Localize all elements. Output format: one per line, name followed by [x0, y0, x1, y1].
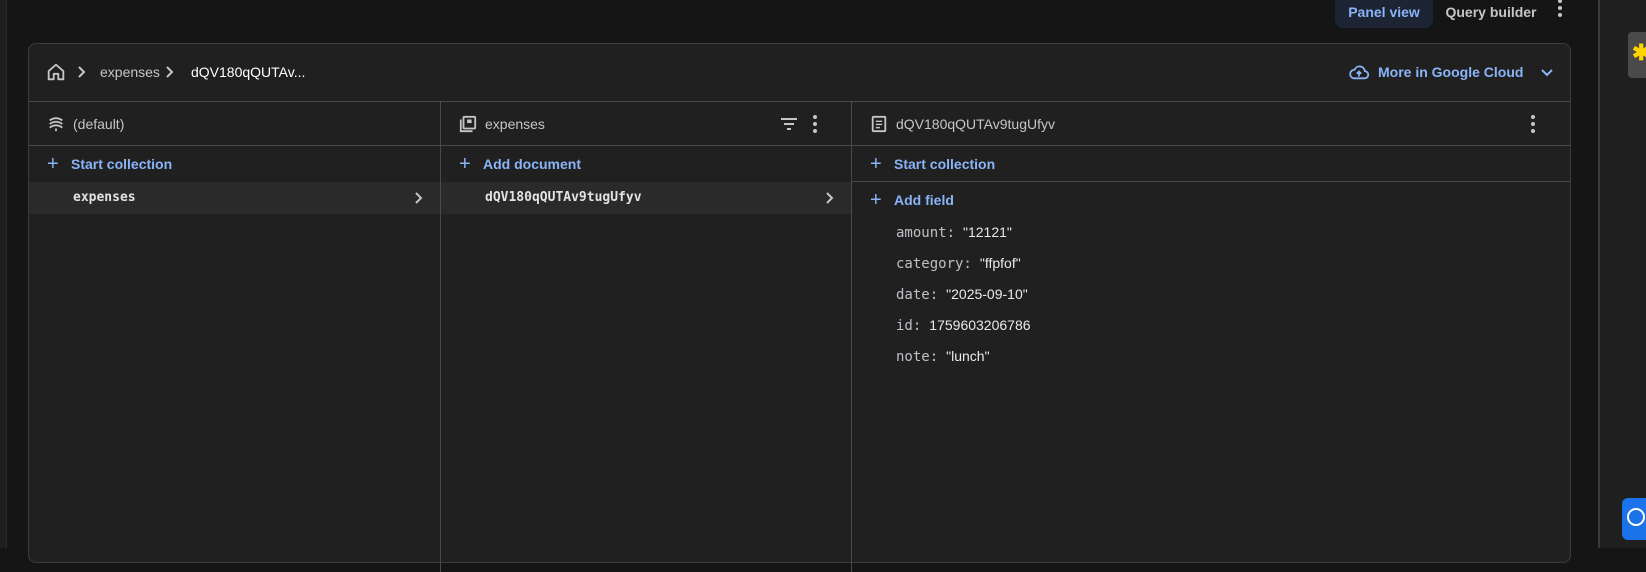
chevron-right-icon — [415, 192, 423, 204]
start-subcollection-button[interactable]: + Start collection — [852, 146, 1570, 182]
document-header: dQV180qQUTAv9tugUfyv — [852, 102, 1570, 146]
field-row[interactable]: id: 1759603206786 — [896, 317, 1031, 348]
document-column: dQV180qQUTAv9tugUfyv + Start collection … — [852, 102, 1570, 572]
collection-title: expenses — [485, 116, 545, 132]
collection-more-icon[interactable] — [807, 113, 823, 135]
database-stack-icon — [49, 117, 63, 132]
field-key: category: — [896, 256, 972, 272]
gemini-sparkle-button[interactable]: ✱ — [1628, 32, 1646, 78]
add-field-label: Add field — [894, 192, 954, 208]
field-value: "12121" — [963, 224, 1012, 240]
add-document-button[interactable]: + Add document — [441, 146, 851, 182]
field-row[interactable]: note: "lunch" — [896, 348, 1031, 379]
field-key: amount: — [896, 225, 956, 241]
document-list-item[interactable]: dQV180qQUTAv9tugUfyv — [441, 182, 851, 214]
chevron-right-icon — [826, 192, 834, 204]
add-field-button[interactable]: + Add field — [852, 182, 1570, 218]
right-side-rail — [1598, 0, 1646, 548]
field-value: "lunch" — [946, 348, 990, 364]
top-toolbar: Panel view Query builder — [0, 0, 1598, 34]
support-chat-button[interactable] — [1622, 498, 1646, 540]
collection-header: expenses — [441, 102, 851, 146]
collection-column: expenses + Add document dQV180qQUTAv9tug… — [441, 102, 852, 572]
start-collection-button[interactable]: + Start collection — [29, 146, 440, 182]
breadcrumb-document[interactable]: dQV180qQUTAv... — [191, 64, 305, 80]
chevron-right-icon — [78, 66, 86, 78]
field-value: "2025-09-10" — [946, 286, 1028, 302]
document-id: dQV180qQUTAv9tugUfyv — [485, 190, 642, 205]
field-value: "ffpfof" — [979, 255, 1021, 271]
sparkle-icon: ✱ — [1632, 40, 1646, 65]
document-title: dQV180qQUTAv9tugUfyv — [896, 116, 1056, 132]
database-header: (default) — [29, 102, 440, 146]
filter-icon[interactable] — [779, 115, 799, 133]
more-in-google-cloud-button[interactable]: More in Google Cloud — [1348, 60, 1555, 84]
collection-icon — [459, 115, 477, 133]
plus-icon: + — [870, 153, 882, 175]
firestore-panel: expenses dQV180qQUTAv... More in Google … — [28, 43, 1571, 572]
more-options-icon[interactable] — [1552, 0, 1568, 19]
field-row[interactable]: category: "ffpfof" — [896, 255, 1031, 286]
chevron-right-icon — [166, 66, 174, 78]
start-subcollection-label: Start collection — [894, 156, 996, 172]
breadcrumb-collection[interactable]: expenses — [100, 64, 160, 80]
tab-query-builder[interactable]: Query builder — [1440, 0, 1542, 28]
field-row[interactable]: date: "2025-09-10" — [896, 286, 1031, 317]
plus-icon: + — [459, 153, 471, 175]
breadcrumb: expenses dQV180qQUTAv... More in Google … — [29, 44, 1570, 102]
start-collection-label: Start collection — [71, 156, 173, 172]
google-cloud-label: More in Google Cloud — [1378, 64, 1524, 80]
collection-list-item[interactable]: expenses — [29, 182, 440, 214]
add-document-label: Add document — [483, 156, 581, 172]
document-icon — [871, 115, 887, 133]
tab-panel-view[interactable]: Panel view — [1335, 0, 1433, 28]
field-key: date: — [896, 287, 939, 303]
database-column: (default) + Start collection expenses — [29, 102, 441, 572]
field-key: id: — [896, 318, 922, 334]
left-edge-strip — [0, 0, 7, 548]
collection-name: expenses — [73, 190, 136, 205]
field-list: amount: "12121" category: "ffpfof" date:… — [896, 224, 1031, 379]
field-key: note: — [896, 349, 939, 365]
chat-icon — [1627, 508, 1645, 526]
cloud-upload-icon — [1349, 65, 1370, 80]
database-title: (default) — [73, 116, 125, 132]
plus-icon: + — [870, 189, 882, 211]
plus-icon: + — [47, 153, 59, 175]
chevron-down-icon — [1541, 69, 1554, 77]
document-more-icon[interactable] — [1525, 113, 1541, 135]
rail-divider — [1598, 0, 1600, 548]
field-value: 1759603206786 — [929, 317, 1031, 333]
field-row[interactable]: amount: "12121" — [896, 224, 1031, 255]
home-icon[interactable] — [45, 61, 67, 83]
